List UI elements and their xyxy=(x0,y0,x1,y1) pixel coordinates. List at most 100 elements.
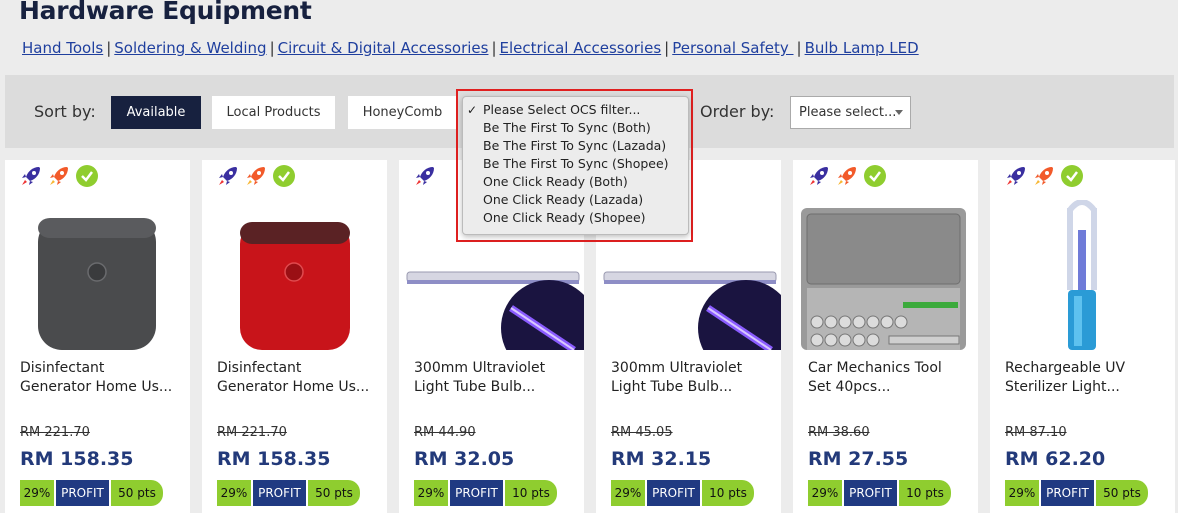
product-name-line2: Light Tube Bulb... xyxy=(414,379,536,395)
product-name[interactable]: Rechargeable UV Sterilizer Light... xyxy=(1005,359,1165,397)
separator: | xyxy=(664,39,670,57)
badge-row xyxy=(216,164,296,188)
ocs-filter-dropdown-highlight: ✓ Please Select OCS filter... Be The Firs… xyxy=(456,89,693,242)
ocs-option-first-sync-lazada[interactable]: Be The First To Sync (Lazada) xyxy=(463,137,688,155)
product-name[interactable]: 300mm Ultraviolet Light Tube Bulb... xyxy=(611,359,771,397)
rocket-icon xyxy=(807,164,831,188)
tag-row: 29% PROFIT 50 pts xyxy=(20,480,163,506)
product-image-speaker-black xyxy=(5,200,190,350)
check-circle-icon xyxy=(863,164,887,188)
product-name-line2: Light Tube Bulb... xyxy=(611,379,733,395)
separator: | xyxy=(796,39,802,57)
discount-badge: 29% xyxy=(611,480,645,506)
points-badge: 50 pts xyxy=(1096,480,1148,506)
category-link-electrical[interactable]: Electrical Accessories xyxy=(500,39,662,57)
separator: | xyxy=(106,39,112,57)
points-badge: 10 pts xyxy=(505,480,557,506)
badge-row xyxy=(413,164,437,188)
ocs-option-one-click-shopee[interactable]: One Click Ready (Shopee) xyxy=(463,209,688,227)
product-name-line1: 300mm Ultraviolet xyxy=(414,360,546,376)
ocs-option-first-sync-shopee[interactable]: Be The First To Sync (Shopee) xyxy=(463,155,688,173)
rocket-icon xyxy=(1004,164,1028,188)
product-image-uv-sterilizer xyxy=(990,200,1175,350)
order-select[interactable]: Please select... xyxy=(790,96,911,129)
product-name-line1: Rechargeable UV xyxy=(1005,360,1126,376)
points-badge: 50 pts xyxy=(308,480,360,506)
ocs-option-placeholder[interactable]: ✓ Please Select OCS filter... xyxy=(463,101,688,119)
tag-row: 29% PROFIT 10 pts xyxy=(611,480,754,506)
category-link-hand-tools[interactable]: Hand Tools xyxy=(22,39,103,57)
product-name-line1: Disinfectant xyxy=(20,360,105,376)
product-name[interactable]: Disinfectant Generator Home Us... xyxy=(217,359,377,397)
order-select-value: Please select... xyxy=(799,105,897,120)
tag-row: 29% PROFIT 50 pts xyxy=(217,480,360,506)
sort-honeycomb-button[interactable]: HoneyComb xyxy=(348,96,457,129)
profit-badge: PROFIT xyxy=(56,480,109,506)
original-price: RM 45.05 xyxy=(611,425,673,440)
check-circle-icon xyxy=(1060,164,1084,188)
checkmark-icon: ✓ xyxy=(467,103,478,117)
product-card[interactable]: Rechargeable UV Sterilizer Light... RM 87… xyxy=(990,160,1175,513)
tag-row: 29% PROFIT 10 pts xyxy=(808,480,951,506)
product-name-line2: Sterilizer Light... xyxy=(1005,379,1120,395)
product-name-line1: Disinfectant xyxy=(217,360,302,376)
product-card[interactable]: Car Mechanics Tool Set 40pcs... RM 38.60 … xyxy=(793,160,978,513)
sale-price: RM 158.35 xyxy=(20,448,134,470)
original-price: RM 44.90 xyxy=(414,425,476,440)
points-badge: 50 pts xyxy=(111,480,163,506)
sort-available-button[interactable]: Available xyxy=(111,96,201,129)
check-circle-icon xyxy=(272,164,296,188)
ocs-option-first-sync-both[interactable]: Be The First To Sync (Both) xyxy=(463,119,688,137)
product-name[interactable]: Disinfectant Generator Home Us... xyxy=(20,359,180,397)
ocs-option-label: Please Select OCS filter... xyxy=(483,102,641,117)
product-card[interactable]: Disinfectant Generator Home Us... RM 221.… xyxy=(5,160,190,513)
rocket-icon xyxy=(216,164,240,188)
separator: | xyxy=(491,39,497,57)
product-card[interactable]: Disinfectant Generator Home Us... RM 221.… xyxy=(202,160,387,513)
product-image-tool-case xyxy=(793,200,978,350)
discount-badge: 29% xyxy=(20,480,54,506)
points-badge: 10 pts xyxy=(702,480,754,506)
badge-row xyxy=(19,164,99,188)
check-circle-icon xyxy=(75,164,99,188)
points-badge: 10 pts xyxy=(899,480,951,506)
page-title: Hardware Equipment xyxy=(19,0,312,25)
sale-price: RM 62.20 xyxy=(1005,448,1106,470)
profit-badge: PROFIT xyxy=(1041,480,1094,506)
product-image-speaker-red xyxy=(202,200,387,350)
badge-row xyxy=(807,164,887,188)
discount-badge: 29% xyxy=(1005,480,1039,506)
category-link-circuit[interactable]: Circuit & Digital Accessories xyxy=(278,39,489,57)
product-name[interactable]: Car Mechanics Tool Set 40pcs... xyxy=(808,359,968,397)
product-name-line2: Generator Home Us... xyxy=(217,379,370,395)
badge-row xyxy=(1004,164,1084,188)
rocket-icon xyxy=(19,164,43,188)
ocs-option-one-click-lazada[interactable]: One Click Ready (Lazada) xyxy=(463,191,688,209)
discount-badge: 29% xyxy=(808,480,842,506)
discount-badge: 29% xyxy=(217,480,251,506)
product-name-line2: Set 40pcs... xyxy=(808,379,891,395)
profit-badge: PROFIT xyxy=(647,480,700,506)
profit-badge: PROFIT xyxy=(450,480,503,506)
flame-rocket-icon xyxy=(1032,164,1056,188)
product-name[interactable]: 300mm Ultraviolet Light Tube Bulb... xyxy=(414,359,574,397)
product-name-line1: 300mm Ultraviolet xyxy=(611,360,743,376)
profit-badge: PROFIT xyxy=(253,480,306,506)
profit-badge: PROFIT xyxy=(844,480,897,506)
ocs-filter-menu[interactable]: ✓ Please Select OCS filter... Be The Firs… xyxy=(462,96,689,235)
original-price: RM 38.60 xyxy=(808,425,870,440)
category-link-bulb-lamp[interactable]: Bulb Lamp LED xyxy=(805,39,919,57)
sort-local-products-button[interactable]: Local Products xyxy=(212,96,335,129)
sale-price: RM 27.55 xyxy=(808,448,909,470)
sale-price: RM 32.15 xyxy=(611,448,712,470)
separator: | xyxy=(269,39,275,57)
product-name-line1: Car Mechanics Tool xyxy=(808,360,942,376)
tag-row: 29% PROFIT 50 pts xyxy=(1005,480,1148,506)
category-nav: Hand Tools | Soldering & Welding | Circu… xyxy=(22,39,919,57)
category-link-personal-safety[interactable]: Personal Safety xyxy=(672,39,793,57)
category-link-soldering[interactable]: Soldering & Welding xyxy=(114,39,266,57)
product-name-line2: Generator Home Us... xyxy=(20,379,173,395)
original-price: RM 87.10 xyxy=(1005,425,1067,440)
ocs-option-one-click-both[interactable]: One Click Ready (Both) xyxy=(463,173,688,191)
original-price: RM 221.70 xyxy=(20,425,90,440)
